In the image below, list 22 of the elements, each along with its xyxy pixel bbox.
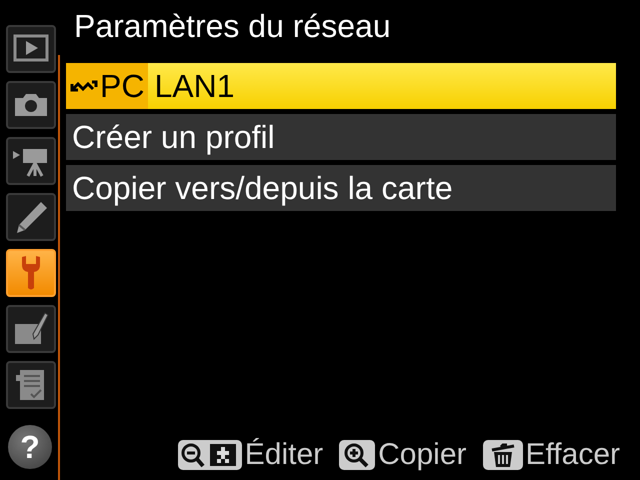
menu-item-label: Copier vers/depuis la carte bbox=[71, 172, 453, 204]
screen-title: Paramètres du réseau bbox=[73, 7, 392, 46]
help-button[interactable]: ? bbox=[8, 425, 52, 469]
menu-tab[interactable] bbox=[6, 137, 56, 185]
menu-item[interactable]: PC LAN1 bbox=[66, 63, 616, 109]
menu-tab[interactable] bbox=[6, 25, 56, 73]
menu-tab[interactable] bbox=[6, 305, 56, 353]
button-hint: Copier bbox=[378, 438, 466, 472]
menu-item[interactable]: Copier vers/depuis la carte bbox=[66, 165, 616, 211]
zoom-out-grid-icon bbox=[178, 440, 242, 470]
profile-type-label: PC bbox=[100, 70, 144, 102]
menu-item-label: LAN1 bbox=[153, 70, 234, 102]
menu-item-label: Créer un profil bbox=[71, 121, 275, 153]
button-hint: Effacer bbox=[526, 438, 620, 472]
menu-tab[interactable] bbox=[6, 361, 56, 409]
menu-tab[interactable] bbox=[6, 193, 56, 241]
menu-item[interactable]: Créer un profil bbox=[66, 114, 616, 160]
menu-tab[interactable] bbox=[6, 81, 56, 129]
menu-tab[interactable] bbox=[6, 249, 56, 297]
trash-icon bbox=[482, 440, 522, 470]
zoom-in-icon bbox=[339, 440, 376, 470]
button-hint: Éditer bbox=[244, 438, 324, 472]
